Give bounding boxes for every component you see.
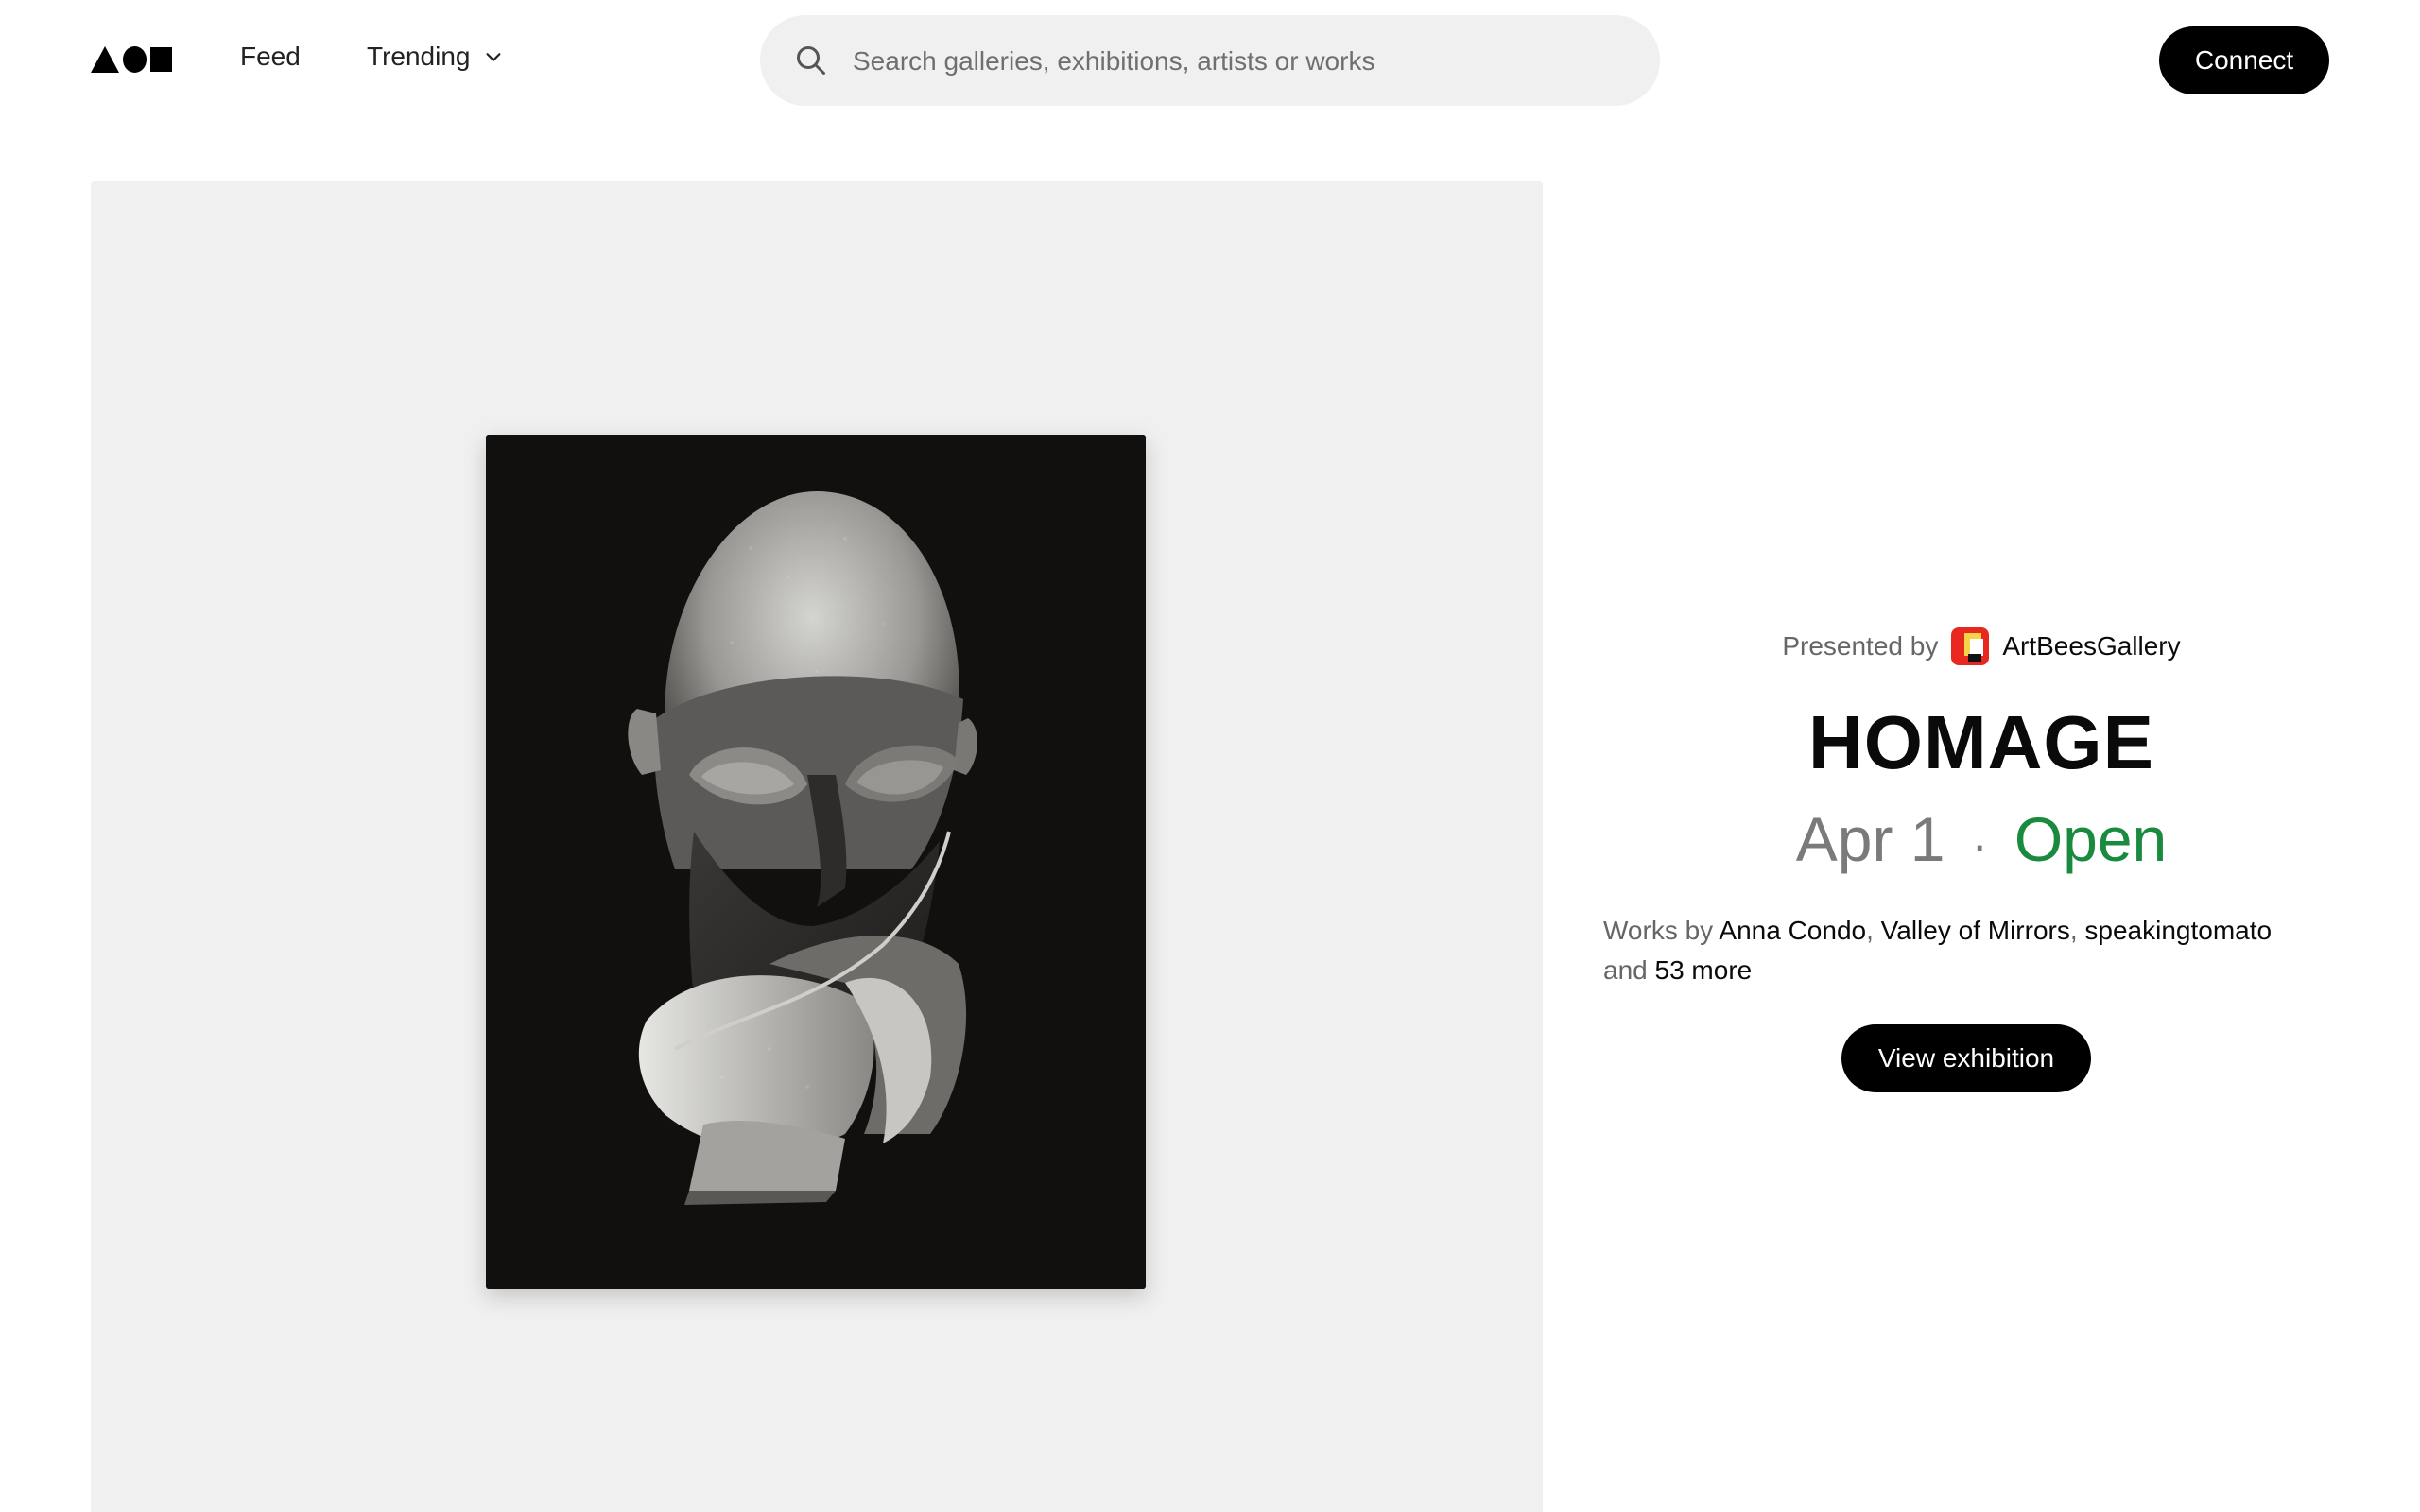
gallery-avatar[interactable] [1951, 627, 1990, 665]
exhibition-status: Open [2014, 804, 2168, 874]
presented-by-row: Presented by ArtBeesGallery [1543, 627, 2420, 665]
works-by-label: Works by [1603, 916, 1714, 945]
exhibition-date-status: Apr 1 · Open [1543, 801, 2420, 883]
artwork-preview-panel [91, 181, 1543, 1512]
more-artists-link[interactable]: 53 more [1655, 955, 1753, 985]
logo-triangle [91, 46, 119, 73]
logo-circle [123, 46, 147, 73]
search-input[interactable] [851, 34, 1630, 89]
gallery-name-link[interactable]: ArtBeesGallery [2002, 631, 2180, 662]
connect-button[interactable]: Connect [2159, 26, 2329, 94]
top-nav-bar: Feed Trending Connect [0, 0, 2420, 121]
artist-link[interactable]: Anna Condo [1719, 916, 1866, 945]
chevron-down-icon [486, 53, 502, 61]
and-label: and [1603, 955, 1648, 985]
search-icon [797, 46, 825, 75]
artist-link[interactable]: speakingtomato [2084, 916, 2272, 945]
exhibition-info: Presented by ArtBeesGallery HOMAGE Apr 1… [1543, 181, 2420, 1410]
view-exhibition-button[interactable]: View exhibition [1841, 1024, 2091, 1092]
artist-link[interactable]: Valley of Mirrors [1881, 916, 2070, 945]
exhibition-date: Apr 1 [1795, 804, 1945, 874]
nav-trending-label: Trending [367, 42, 471, 71]
artwork-image[interactable] [486, 435, 1146, 1289]
nav-trending-dropdown[interactable]: Trending [367, 42, 504, 72]
date-separator: · [1971, 818, 1988, 871]
presented-by-label: Presented by [1782, 631, 1939, 661]
logo-square [149, 47, 172, 72]
nav-feed-link[interactable]: Feed [240, 42, 301, 72]
sculpture-photo [486, 435, 1146, 1289]
site-logo[interactable] [91, 45, 172, 74]
exhibition-title: HOMAGE [1808, 700, 2154, 784]
search-bar [760, 15, 1660, 106]
works-by-line: Works by Anna Condo, Valley of Mirrors, … [1603, 916, 2273, 985]
